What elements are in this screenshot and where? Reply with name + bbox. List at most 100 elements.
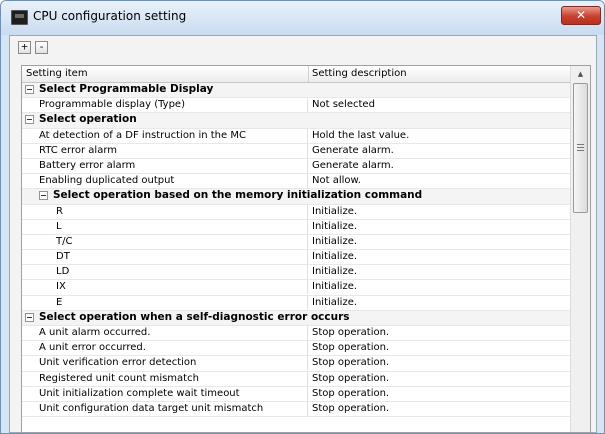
setting-item-label: Registered unit count mismatch: [39, 372, 199, 384]
setting-row[interactable]: RTC error alarm Generate alarm.: [22, 143, 570, 159]
group-label: Select operation when a self-diagnostic …: [39, 310, 350, 323]
setting-value[interactable]: Initialize.: [312, 266, 357, 277]
setting-row[interactable]: LD Initialize.: [22, 265, 570, 281]
setting-item-cell: Battery error alarm: [22, 158, 308, 173]
grid-header: Setting item Setting description: [22, 66, 570, 83]
collapse-group-icon[interactable]: [39, 191, 48, 201]
setting-item-cell: Select operation when a self-diagnostic …: [22, 311, 350, 325]
setting-row[interactable]: IX Initialize.: [22, 280, 570, 296]
setting-row[interactable]: DT Initialize.: [22, 250, 570, 266]
setting-item-cell: Programmable display (Type): [22, 98, 308, 113]
setting-item-label: T/C: [56, 235, 73, 247]
setting-row[interactable]: Battery error alarm Generate alarm.: [22, 158, 570, 175]
setting-row[interactable]: Enabling duplicated output Not allow.: [22, 174, 570, 190]
collapse-all-button[interactable]: -: [35, 41, 48, 54]
header-setting-description[interactable]: Setting description: [312, 68, 407, 79]
setting-value[interactable]: Stop operation.: [312, 403, 389, 414]
setting-item-label: RTC error alarm: [39, 144, 118, 156]
setting-row[interactable]: Unit verification error detection Stop op…: [22, 356, 570, 372]
setting-row[interactable]: Unit configuration data target unit mism…: [22, 401, 570, 418]
setting-value[interactable]: Initialize.: [312, 206, 357, 217]
setting-item-cell: RTC error alarm: [22, 143, 308, 158]
group-label: Select Programmable Display: [39, 83, 214, 95]
setting-item-cell: Registered unit count mismatch: [22, 371, 308, 386]
setting-value[interactable]: Stop operation.: [312, 327, 389, 338]
setting-item-cell: Enabling duplicated output: [22, 174, 308, 189]
setting-value[interactable]: Initialize.: [312, 236, 357, 247]
collapse-group-icon[interactable]: [25, 312, 34, 322]
setting-item-cell: IX: [22, 280, 308, 295]
setting-item-label: E: [56, 296, 63, 308]
setting-item-cell: Select operation: [22, 113, 308, 127]
setting-item-cell: L: [22, 219, 308, 234]
close-icon: ✕: [575, 8, 587, 22]
setting-item-label: R: [56, 205, 63, 217]
expand-all-button[interactable]: +: [18, 41, 31, 54]
setting-value[interactable]: Not selected: [312, 99, 375, 110]
setting-item-label: Unit configuration data target unit mism…: [39, 402, 264, 414]
scroll-up-icon[interactable]: ▲: [571, 66, 590, 82]
setting-item-label: Battery error alarm: [39, 159, 136, 171]
setting-item-cell: E: [22, 295, 308, 310]
setting-item-label: LD: [56, 266, 70, 278]
setting-value[interactable]: Initialize.: [312, 281, 357, 292]
window-title: CPU configuration setting: [33, 9, 187, 23]
group-row[interactable]: Select operation based on the memory ini…: [22, 189, 570, 205]
setting-row[interactable]: E Initialize.: [22, 295, 570, 311]
vertical-scrollbar[interactable]: ▲: [570, 66, 590, 432]
setting-item-cell: T/C: [22, 234, 308, 249]
setting-value[interactable]: Stop operation.: [312, 357, 389, 368]
setting-item-cell: A unit alarm occurred.: [22, 326, 308, 340]
title-bar[interactable]: CPU configuration setting ✕: [1, 1, 604, 35]
app-icon: [11, 10, 28, 25]
cpu-configuration-window: CPU configuration setting ✕ + - Setting …: [0, 0, 605, 434]
setting-item-cell: DT: [22, 250, 308, 265]
setting-value[interactable]: Generate alarm.: [312, 160, 394, 171]
setting-value[interactable]: Initialize.: [312, 221, 357, 232]
setting-item-label: IX: [56, 281, 66, 293]
setting-value[interactable]: Stop operation.: [312, 342, 389, 353]
setting-row[interactable]: At detection of a DF instruction in the …: [22, 128, 570, 144]
setting-row[interactable]: T/C Initialize.: [22, 234, 570, 251]
setting-item-cell: Unit verification error detection: [22, 356, 308, 371]
setting-item-label: L: [56, 220, 62, 232]
scroll-thumb[interactable]: [573, 83, 588, 213]
setting-value[interactable]: Not allow.: [312, 175, 361, 186]
setting-item-cell: At detection of a DF instruction in the …: [22, 128, 308, 143]
collapse-group-icon[interactable]: [25, 85, 34, 94]
setting-value[interactable]: Generate alarm.: [312, 145, 394, 156]
setting-row[interactable]: Unit initialization complete wait timeou…: [22, 386, 570, 402]
setting-item-cell: LD: [22, 265, 308, 280]
setting-item-cell: Unit initialization complete wait timeou…: [22, 386, 308, 401]
setting-item-cell: Select Programmable Display: [22, 83, 308, 97]
setting-row[interactable]: Programmable display (Type) Not selected: [22, 98, 570, 114]
setting-item-label: Enabling duplicated output: [39, 175, 175, 187]
setting-item-label: At detection of a DF instruction in the …: [39, 129, 246, 141]
setting-item-label: Unit initialization complete wait timeou…: [39, 387, 240, 399]
setting-row[interactable]: A unit error occurred. Stop operation.: [22, 341, 570, 357]
settings-grid: Setting item Setting description Select …: [21, 65, 591, 433]
setting-value[interactable]: Initialize.: [312, 251, 357, 262]
group-row[interactable]: Select operation: [22, 113, 570, 129]
setting-item-cell: Select operation based on the memory ini…: [22, 189, 422, 203]
setting-row[interactable]: L Initialize.: [22, 219, 570, 235]
setting-item-cell: Unit configuration data target unit mism…: [22, 401, 308, 416]
setting-row[interactable]: R Initialize.: [22, 204, 570, 220]
setting-item-label: DT: [56, 251, 70, 263]
setting-item-label: A unit alarm occurred.: [39, 327, 151, 338]
collapse-group-icon[interactable]: [25, 115, 34, 125]
setting-item-cell: A unit error occurred.: [22, 341, 308, 356]
close-button[interactable]: ✕: [561, 6, 601, 25]
setting-value[interactable]: Hold the last value.: [312, 130, 409, 141]
setting-item-cell: R: [22, 204, 308, 219]
header-setting-item[interactable]: Setting item: [26, 68, 88, 79]
setting-row[interactable]: A unit alarm occurred. Stop operation.: [22, 326, 570, 342]
setting-value[interactable]: Initialize.: [312, 297, 357, 308]
setting-value[interactable]: Stop operation.: [312, 373, 389, 384]
setting-item-label: Unit verification error detection: [39, 357, 197, 369]
group-row[interactable]: Select operation when a self-diagnostic …: [22, 310, 570, 326]
setting-row[interactable]: Registered unit count mismatch Stop opera…: [22, 371, 570, 387]
group-label: Select operation: [39, 113, 137, 126]
group-row[interactable]: Select Programmable Display: [22, 83, 570, 99]
setting-value[interactable]: Stop operation.: [312, 388, 389, 399]
